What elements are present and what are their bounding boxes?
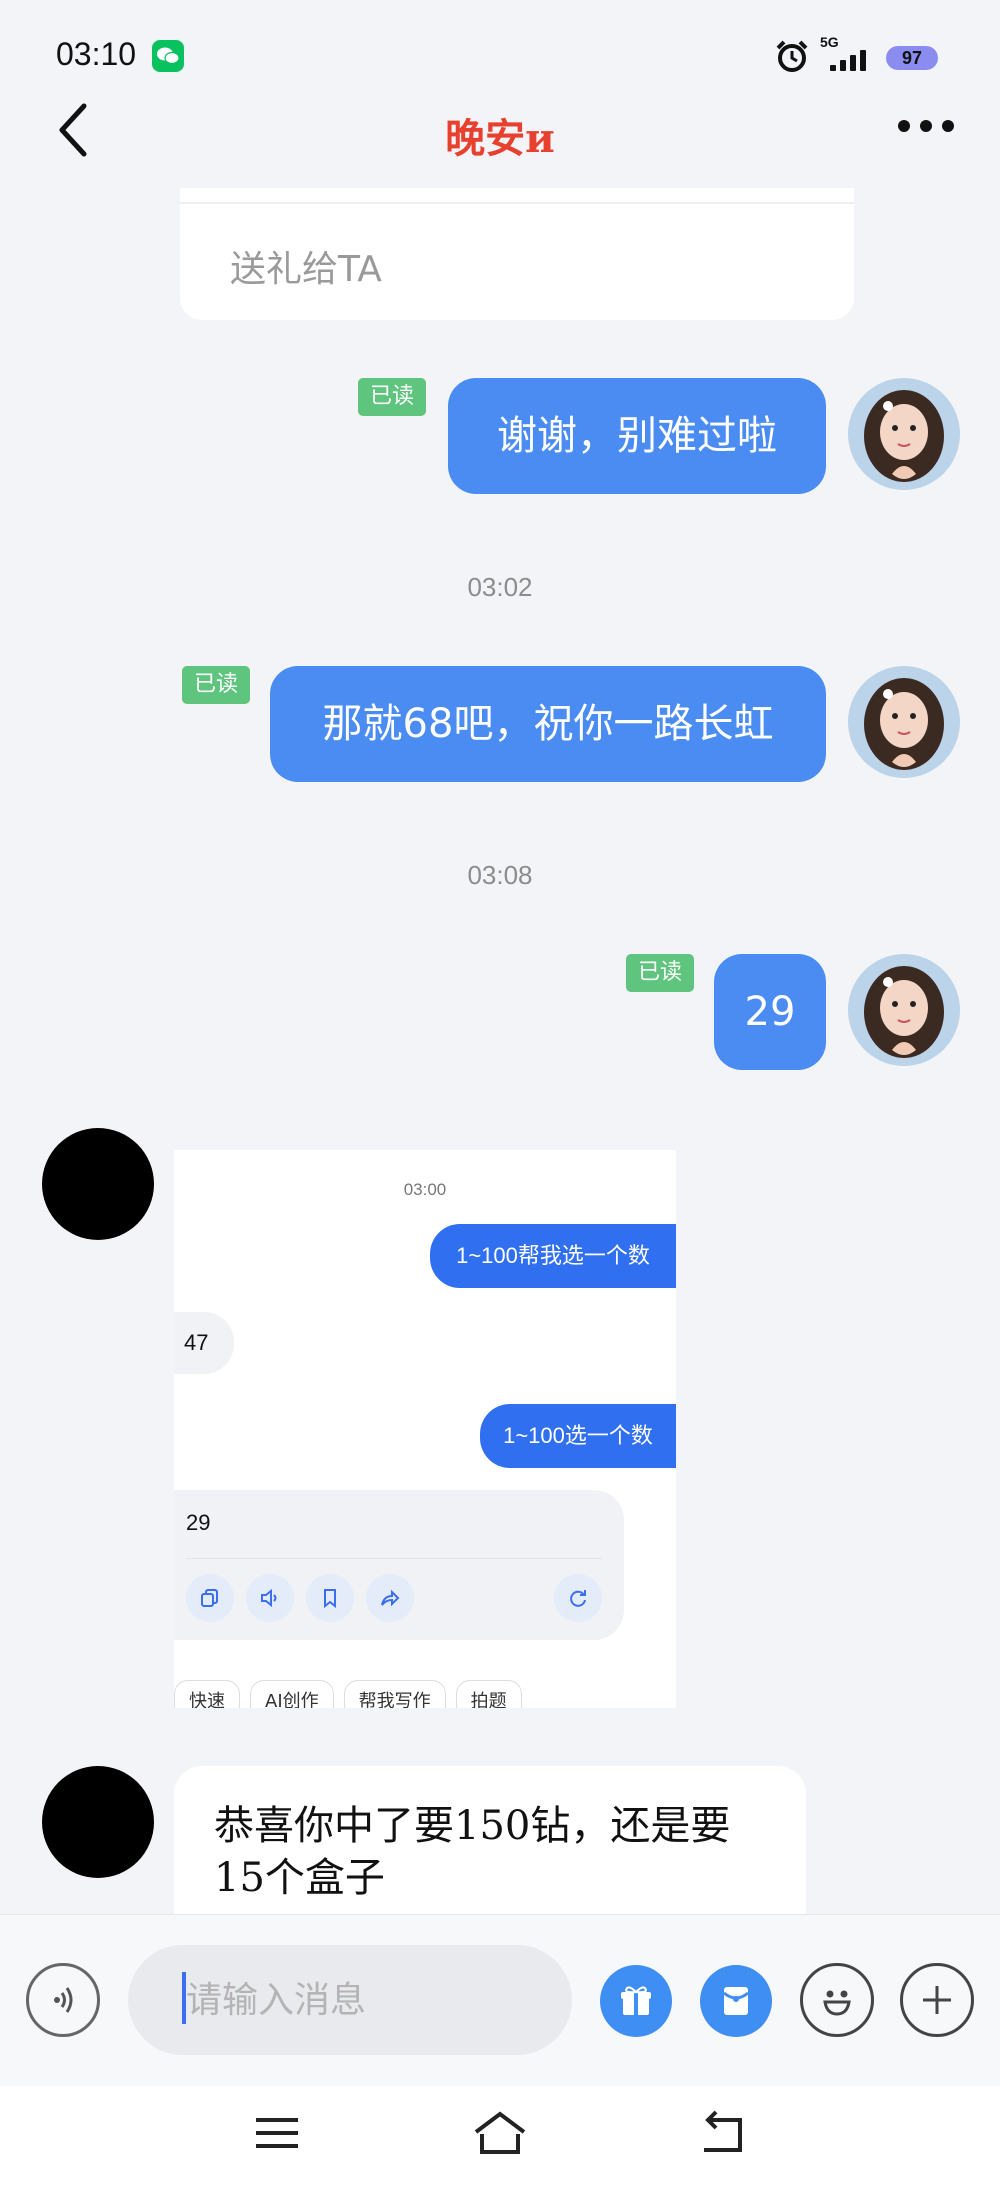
text-cursor [182, 1972, 186, 2024]
chat-header: 晚安и [0, 90, 1000, 170]
status-time: 03:10 [56, 36, 137, 72]
alarm-icon [774, 38, 810, 78]
my-avatar[interactable] [848, 666, 960, 778]
read-receipt-badge: 已读 [182, 666, 251, 704]
screenshot-reply-bubble: 47 [174, 1312, 234, 1374]
refresh-icon [554, 1574, 602, 1622]
timestamp: 03:02 [467, 572, 533, 602]
bookmark-icon [306, 1574, 354, 1622]
share-icon [366, 1574, 414, 1622]
screenshot-chip: 帮我写作 [343, 1680, 446, 1708]
timestamp: 03:08 [467, 860, 533, 890]
screenshot-timestamp: 03:00 [403, 1180, 447, 1199]
screenshot-chip: 拍题 [455, 1680, 522, 1708]
incoming-message-text: 恭喜你中了要150钻，还是要15个盒子 [214, 1803, 731, 1901]
speaker-icon [246, 1574, 294, 1622]
message-input-bar [0, 1914, 1000, 2086]
read-receipt-badge: 已读 [358, 378, 427, 416]
battery-level: 97 [901, 48, 923, 68]
system-navigation-bar [0, 2086, 1000, 2200]
incoming-image-message[interactable]: 03:00 1~100帮我选一个数 47 1~100选一个数 29 快速 AI创… [174, 1150, 676, 1708]
divider [186, 1558, 602, 1559]
screenshot-chip: 快速 [174, 1680, 240, 1708]
outgoing-message-bubble[interactable]: 29 [714, 954, 826, 1070]
message-input[interactable] [128, 1945, 572, 2055]
send-gift-label: 送礼给TA [230, 249, 382, 290]
emoji-icon[interactable] [800, 1963, 874, 2037]
copy-icon [186, 1574, 234, 1622]
screenshot-chip-row: 快速 AI创作 帮我写作 拍题 [174, 1680, 522, 1708]
read-receipt-badge: 已读 [626, 954, 695, 992]
wechat-notification-icon [152, 40, 184, 72]
contact-avatar[interactable] [42, 1766, 154, 1878]
back-icon[interactable] [698, 2110, 746, 2160]
network-type: 5G [820, 34, 839, 50]
divider [180, 202, 854, 204]
more-options-icon[interactable] [898, 120, 954, 132]
cellular-signal-icon: 5G [820, 34, 872, 74]
outgoing-message-bubble[interactable]: 那就68吧，祝你一路长虹 [270, 666, 826, 782]
red-packet-icon[interactable] [700, 1965, 772, 2037]
my-avatar[interactable] [848, 954, 960, 1066]
contact-avatar[interactable] [42, 1128, 154, 1240]
screenshot-reply-value: 29 [186, 1510, 211, 1535]
menu-icon[interactable] [254, 2110, 300, 2160]
screenshot-sent-bubble: 1~100帮我选一个数 [430, 1224, 676, 1288]
chat-title: 晚安и [445, 115, 555, 162]
incoming-message-bubble[interactable]: 恭喜你中了要150钻，还是要15个盒子 [174, 1766, 806, 1916]
outgoing-message-bubble[interactable]: 谢谢，别难过啦 [448, 378, 826, 494]
voice-input-icon[interactable] [26, 1963, 100, 2037]
my-avatar[interactable] [848, 378, 960, 490]
add-icon[interactable] [900, 1963, 974, 2037]
screenshot-sent-bubble: 1~100选一个数 [480, 1404, 676, 1468]
gift-icon[interactable] [600, 1965, 672, 2037]
home-icon[interactable] [472, 2110, 528, 2160]
gift-card[interactable]: 送礼给TA [180, 188, 854, 320]
screenshot-reply-card: 29 [174, 1490, 624, 1640]
battery-icon: 97 [886, 46, 938, 70]
screenshot-chip: AI创作 [250, 1680, 334, 1708]
